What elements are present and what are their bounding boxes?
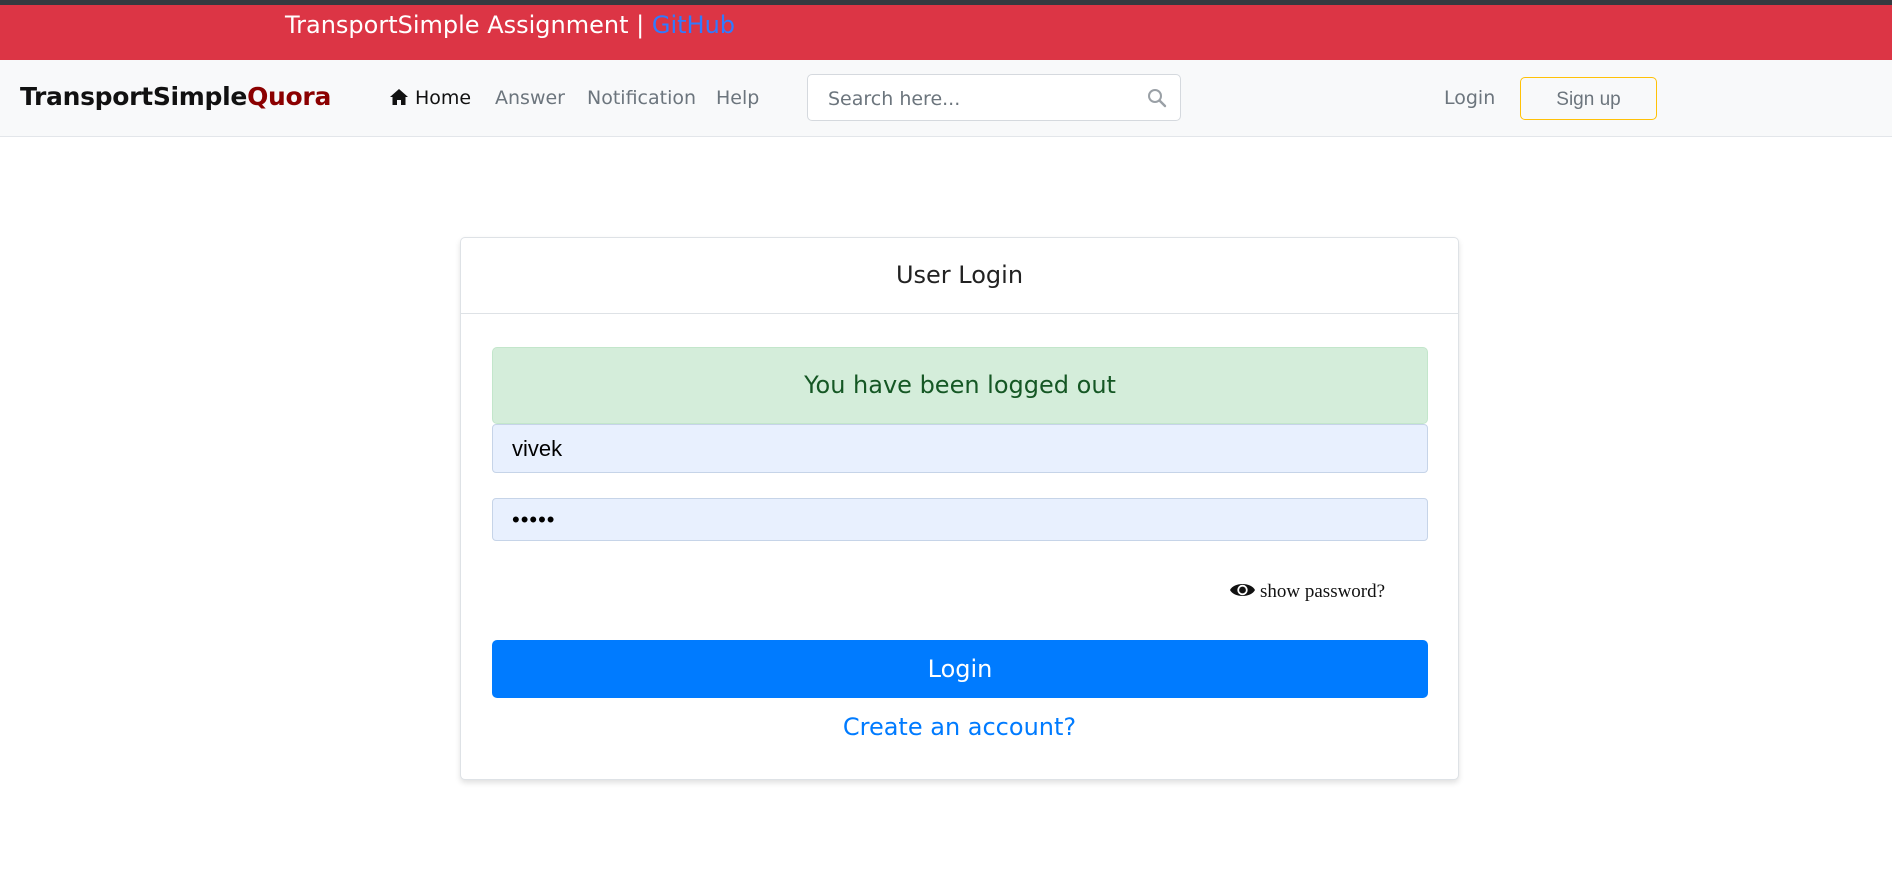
login-card: User Login You have been logged out show… bbox=[460, 237, 1459, 780]
show-password-label: show password? bbox=[1260, 581, 1386, 602]
login-submit-button[interactable]: Login bbox=[492, 640, 1428, 698]
banner-title-text: TransportSimple Assignment | bbox=[285, 11, 652, 39]
banner-title: TransportSimple Assignment | GitHub bbox=[285, 11, 735, 39]
signup-button[interactable]: Sign up bbox=[1520, 77, 1657, 120]
brand-logo[interactable]: TransportSimpleQuora bbox=[20, 82, 331, 111]
nav-item-home-label: Home bbox=[415, 87, 472, 109]
password-field[interactable] bbox=[492, 498, 1428, 541]
github-link[interactable]: GitHub bbox=[652, 11, 735, 39]
home-icon bbox=[390, 89, 408, 105]
logout-alert: You have been logged out bbox=[492, 347, 1428, 424]
login-card-title: User Login bbox=[461, 238, 1458, 314]
nav-item-answer[interactable]: Answer bbox=[495, 87, 565, 109]
brand-main: TransportSimple bbox=[20, 82, 248, 111]
search-box bbox=[807, 74, 1181, 122]
nav-login-link[interactable]: Login bbox=[1444, 87, 1495, 109]
eye-icon bbox=[1230, 584, 1255, 596]
search-icon[interactable] bbox=[1146, 87, 1168, 109]
search-input[interactable] bbox=[826, 75, 1130, 122]
nav-item-help[interactable]: Help bbox=[716, 87, 759, 109]
brand-accent: Quora bbox=[247, 82, 332, 111]
nav-item-home[interactable]: Home bbox=[389, 87, 471, 109]
show-password-toggle[interactable]: show password? bbox=[1229, 580, 1385, 603]
assignment-banner: TransportSimple Assignment | GitHub bbox=[0, 5, 1892, 60]
nav-item-notification[interactable]: Notification bbox=[587, 87, 696, 109]
username-field[interactable] bbox=[492, 424, 1428, 473]
create-account-link[interactable]: Create an account? bbox=[461, 713, 1458, 741]
navbar: TransportSimpleQuora Home Answer Notific… bbox=[0, 60, 1892, 137]
